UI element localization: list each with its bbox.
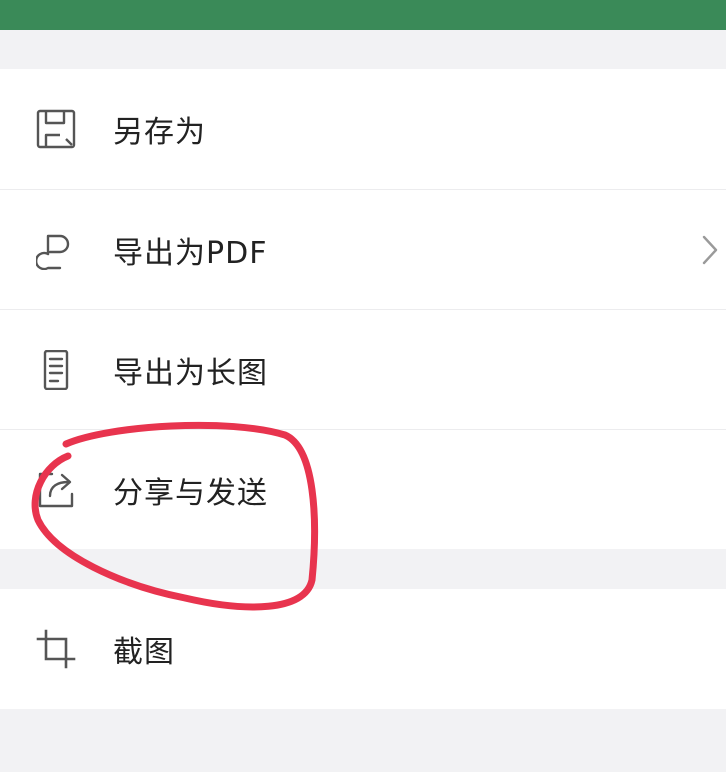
menu-item-label: 导出为长图 [113,355,268,391]
menu-item-save-as[interactable]: 另存为 [0,69,726,189]
long-image-icon [36,349,76,390]
menu-item-share-send[interactable]: 分享与发送 [0,429,726,549]
crop-icon [36,629,76,669]
menu-item-export-long-image[interactable]: 导出为长图 [0,309,726,429]
menu-item-screenshot[interactable]: 截图 [0,589,726,709]
section-gap [0,550,726,589]
share-send-icon [36,470,76,510]
save-floppy-icon [36,109,76,149]
menu-item-label: 导出为PDF [113,235,268,271]
chevron-right-icon [700,235,720,265]
menu-group-file: 另存为 导出为PDF 导出为长图 分享与发送 [0,69,726,549]
section-gap [0,30,726,69]
menu-group-tools: 截图 [0,589,726,709]
app-header-bar [0,0,726,30]
pdf-export-icon [36,230,76,270]
menu-item-label: 截图 [113,635,175,670]
section-gap [0,709,726,772]
menu-item-label: 分享与发送 [113,475,268,511]
menu-item-export-pdf[interactable]: 导出为PDF [0,189,726,309]
menu-item-label: 另存为 [113,115,206,150]
